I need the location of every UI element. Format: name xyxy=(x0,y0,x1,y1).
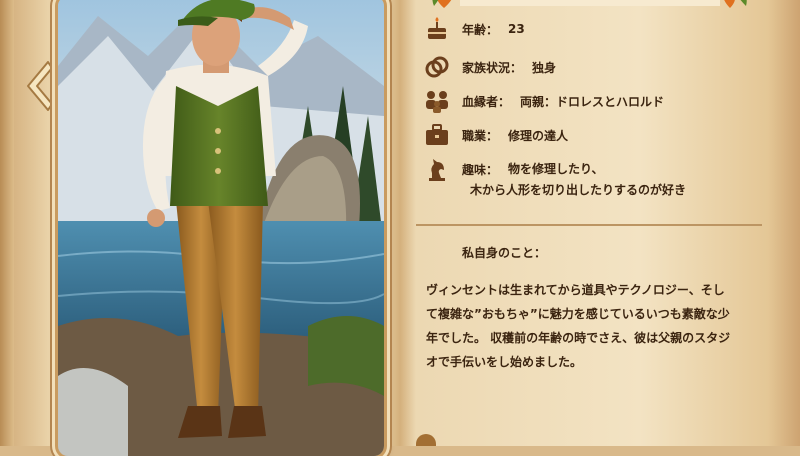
about-line-3: 年でした。 収穫前の年齢の時でさえ、彼は父親のスタジ xyxy=(426,331,731,345)
about-title: 私自身のこと： xyxy=(462,246,547,260)
hobby-value-line1: 物を修理したり、 xyxy=(508,162,604,176)
family-icon xyxy=(424,88,450,114)
relatives-value: 両親：ドロレスとハロルド xyxy=(520,94,665,109)
birthday-cake-icon xyxy=(424,16,450,42)
relatives-row: 血縁者： 両親：ドロレスとハロルド xyxy=(424,88,664,114)
marital-label: 家族状況： xyxy=(462,60,523,75)
occupation-row: 職業： 修理の達人 xyxy=(424,122,568,148)
age-value: 23 xyxy=(508,22,525,36)
section-divider xyxy=(416,224,762,226)
marital-value: 独身 xyxy=(532,60,557,75)
character-portrait xyxy=(58,0,384,456)
age-row: 年齢： 23 xyxy=(424,16,525,42)
left-page-edge xyxy=(0,0,14,446)
relatives-label: 血縁者： xyxy=(462,94,511,109)
marital-row: 家族状況： 独身 xyxy=(424,54,556,80)
chess-knight-icon xyxy=(424,156,450,182)
age-label: 年齢： xyxy=(462,22,499,37)
hobby-row: 趣味： 物を修理したり、 xyxy=(424,156,604,182)
about-line-2: て複雑な”おもちゃ”に魅力を感じているいつも素敵な少 xyxy=(426,307,730,321)
about-text: ヴィンセントは生まれてから道具やテクノロジー、そし て複雑な”おもちゃ”に魅力を… xyxy=(426,278,766,374)
hobby-value-line2: 木から人形を切り出したりするのが好き xyxy=(470,183,687,197)
about-line-4: オで手伝いをし始めました。 xyxy=(426,355,583,369)
hobby-label: 趣味： xyxy=(462,163,499,177)
briefcase-icon xyxy=(424,122,450,148)
occupation-value: 修理の達人 xyxy=(508,128,569,143)
rings-icon xyxy=(424,54,450,80)
about-line-1: ヴィンセントは生まれてから道具やテクノロジー、そし xyxy=(426,283,725,297)
chevron-left-icon[interactable] xyxy=(22,58,56,114)
occupation-label: 職業： xyxy=(462,128,499,143)
